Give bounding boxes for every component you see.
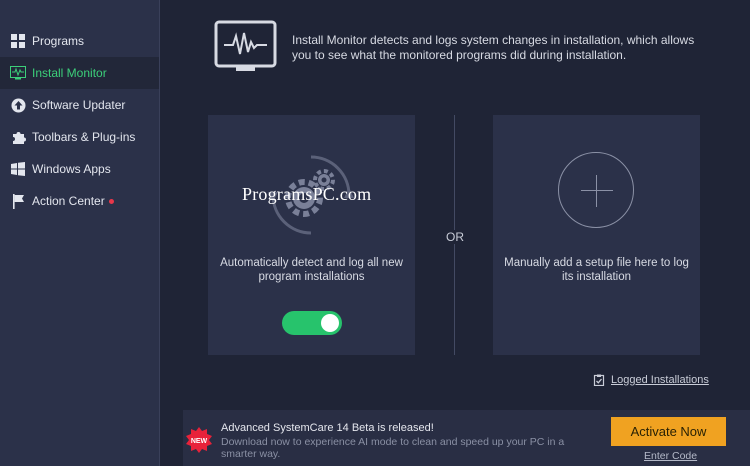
sidebar-item-software-updater[interactable]: Software Updater [0, 89, 159, 121]
logged-installations-link[interactable]: Logged Installations [593, 374, 709, 387]
enter-code-link[interactable]: Enter Code [644, 450, 697, 462]
monitor-wave-icon [10, 65, 26, 81]
sidebar-item-label: Programs [32, 34, 85, 48]
add-setup-button[interactable] [558, 152, 634, 228]
sidebar-item-install-monitor[interactable]: Install Monitor [0, 57, 159, 89]
banner-description: Download now to experience AI mode to cl… [221, 436, 565, 460]
puzzle-icon [10, 129, 26, 145]
intro-text: Install Monitor detects and logs system … [292, 33, 695, 62]
sidebar-item-programs[interactable]: Programs [0, 25, 159, 57]
logged-installations-label: Logged Installations [611, 374, 709, 386]
toggle-knob [321, 314, 339, 332]
notification-dot [108, 198, 114, 204]
monitor-wave-icon [214, 20, 277, 72]
sidebar-item-label: Action Center [32, 194, 105, 208]
auto-detect-card: ProgramsPC.com Automatically detect and … [208, 115, 415, 355]
sidebar-item-label: Windows Apps [32, 162, 111, 176]
or-label: OR [441, 230, 469, 244]
grid-icon [10, 33, 26, 49]
manual-add-card[interactable]: Manually add a setup file here to log it… [493, 115, 700, 355]
auto-detect-toggle[interactable] [282, 311, 342, 335]
sidebar: Programs Install Monitor Software Update… [0, 0, 160, 466]
new-badge-icon: NEW [185, 426, 213, 454]
windows-icon [10, 161, 26, 177]
promo-banner: NEW Advanced SystemCare 14 Beta is relea… [183, 410, 750, 466]
sidebar-item-windows-apps[interactable]: Windows Apps [0, 153, 159, 185]
watermark: ProgramsPC.com [242, 184, 372, 204]
sidebar-item-action-center[interactable]: Action Center [0, 185, 159, 217]
sidebar-item-label: Software Updater [32, 98, 126, 112]
banner-title: Advanced SystemCare 14 Beta is released! [221, 422, 434, 434]
sidebar-item-toolbars[interactable]: Toolbars & Plug-ins [0, 121, 159, 153]
main-panel: Install Monitor detects and logs system … [161, 0, 750, 466]
badge-text: NEW [191, 438, 208, 445]
flag-icon [10, 193, 26, 209]
sidebar-item-label: Toolbars & Plug-ins [32, 130, 136, 144]
clipboard-check-icon [593, 374, 605, 387]
arrow-up-circle-icon [10, 97, 26, 113]
auto-detect-text: Automatically detect and log all new pro… [220, 257, 403, 283]
activate-now-button[interactable]: Activate Now [611, 417, 726, 446]
manual-add-text: Manually add a setup file here to log it… [504, 257, 689, 283]
sidebar-item-label: Install Monitor [32, 66, 107, 80]
